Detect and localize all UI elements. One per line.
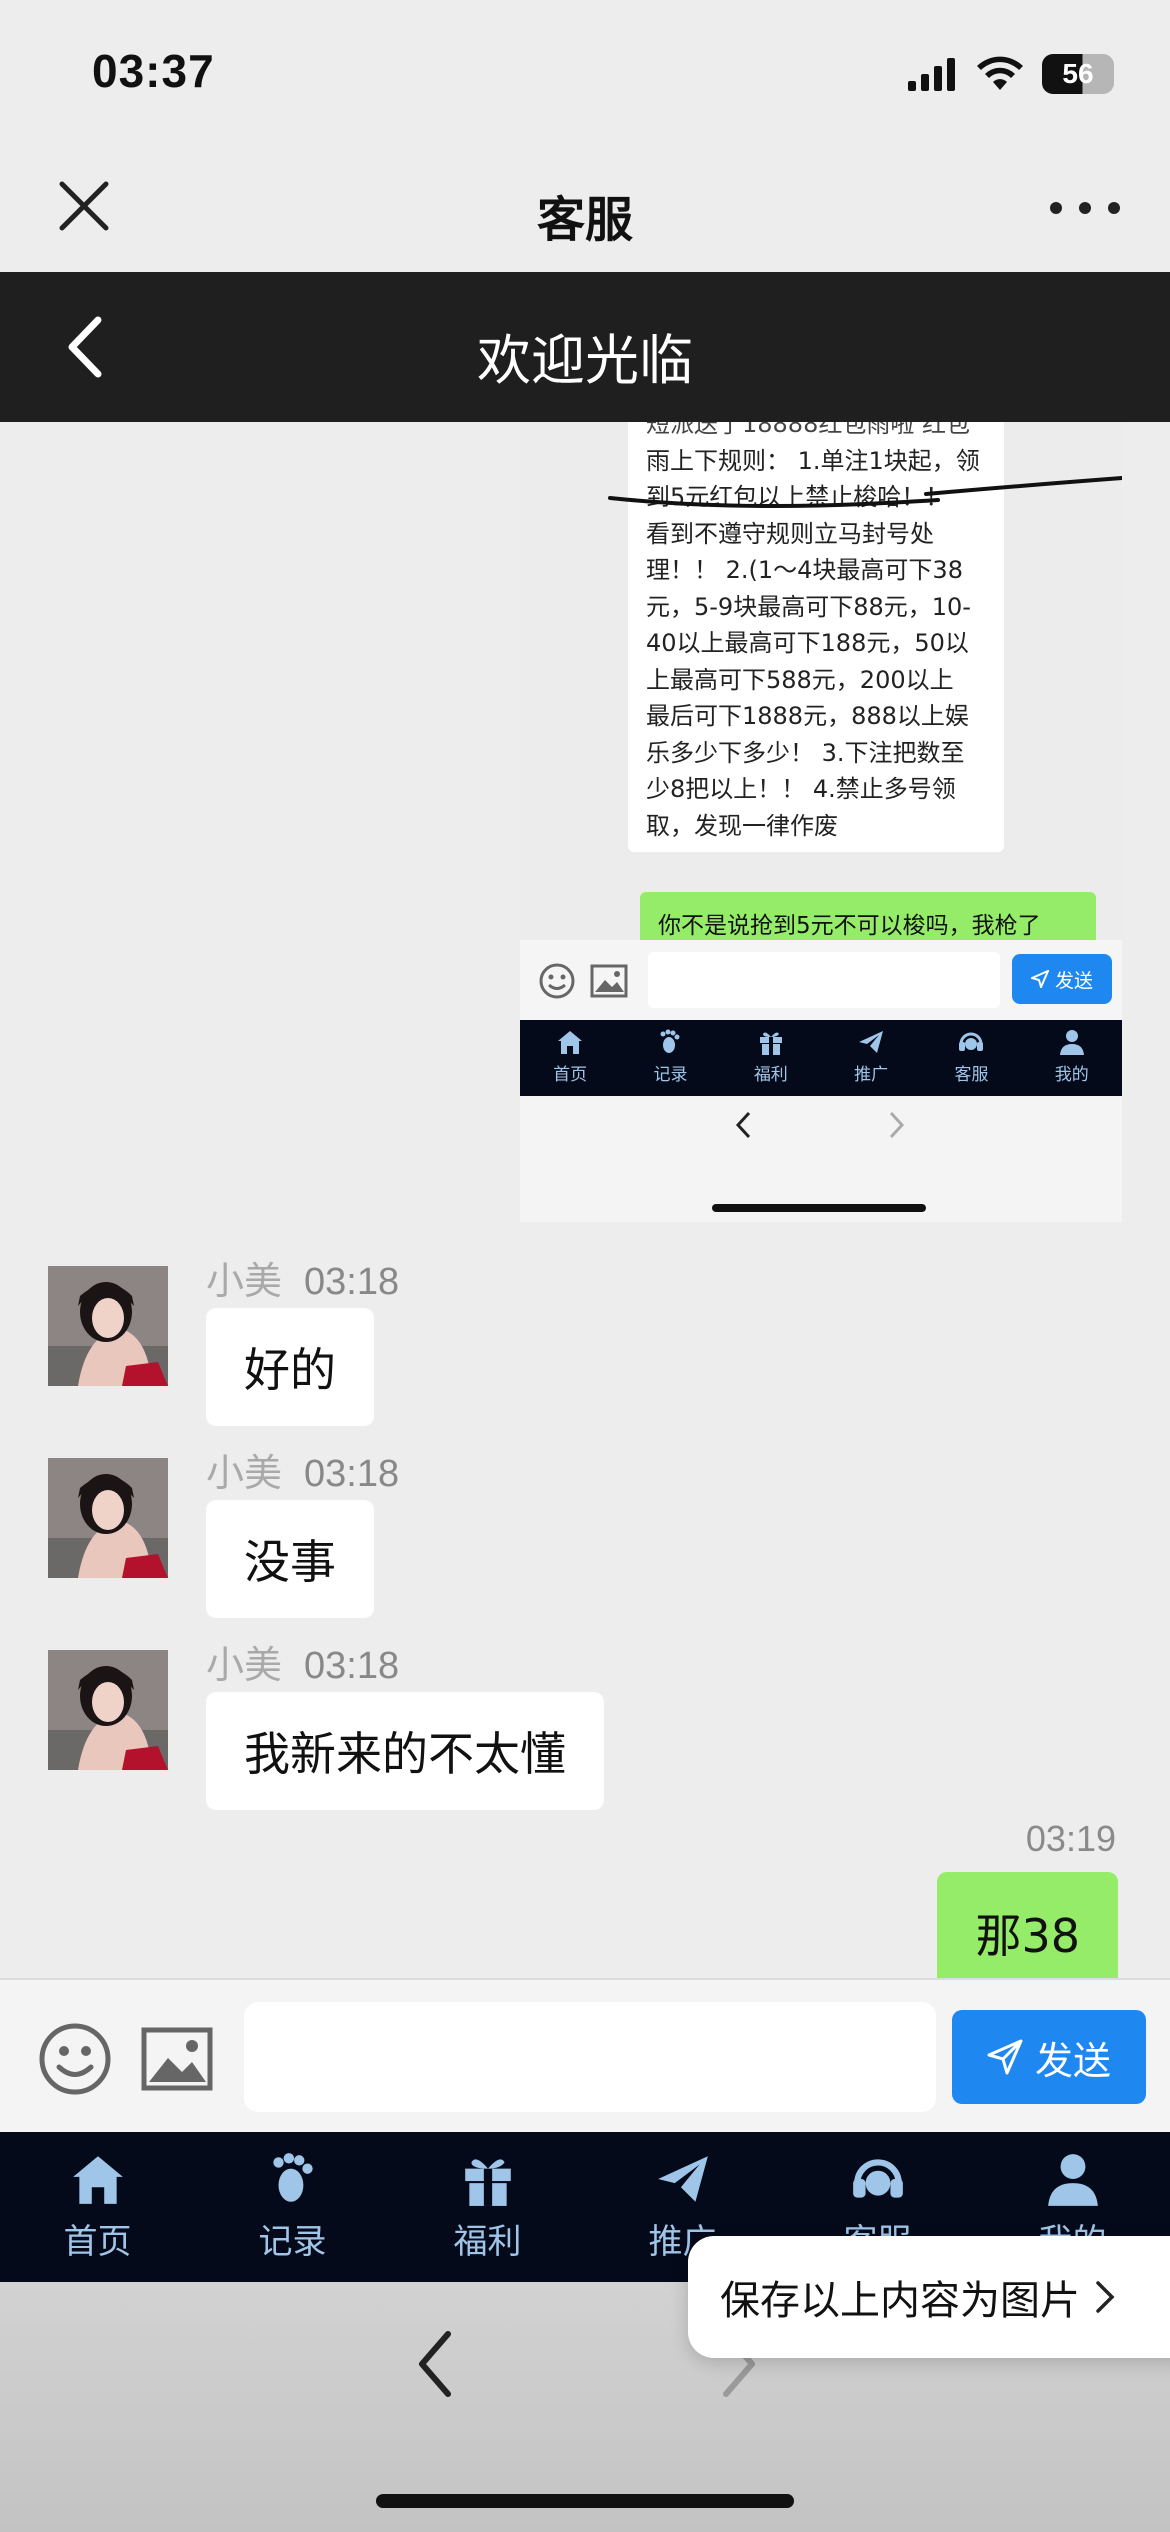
screenshot-tab-bar: 首页 记录 福利 推广 客服 我的 bbox=[520, 1020, 1122, 1096]
avatar-photo bbox=[48, 1458, 168, 1578]
tab-home[interactable]: 首页 bbox=[0, 2132, 195, 2282]
send-arrow-icon bbox=[987, 2039, 1023, 2075]
gift-icon bbox=[759, 1032, 782, 1055]
sender-name: 小美 bbox=[206, 1451, 283, 1495]
headset-icon bbox=[959, 1032, 984, 1051]
send-button[interactable]: 发送 bbox=[952, 2010, 1146, 2104]
screenshot-text-line: 上最高可下588元，200以上 bbox=[646, 665, 954, 694]
screenshot-text-line: 乐多少下多少！ 3.下注把数至 bbox=[646, 738, 965, 767]
tab-label: 记录 bbox=[258, 2222, 327, 2262]
screenshot-text-line: 取，发现一律作废 bbox=[646, 811, 838, 840]
forward-chevron-icon bbox=[889, 1111, 905, 1139]
tab-records[interactable]: 记录 bbox=[195, 2132, 390, 2282]
more-options-icon[interactable] bbox=[1050, 198, 1120, 218]
message-time: 03:18 bbox=[304, 1453, 400, 1495]
nav-bar: 客服 bbox=[0, 140, 1170, 272]
page-title: 欢迎光临 bbox=[477, 329, 693, 392]
send-arrow-icon bbox=[1030, 970, 1049, 988]
footprints-icon bbox=[272, 2153, 313, 2202]
battery-icon: 56 bbox=[1042, 54, 1114, 94]
screenshot-tab-label: 记录 bbox=[653, 1065, 688, 1085]
avatar[interactable] bbox=[48, 1650, 168, 1770]
screenshot-text-line: 看到不遵守规则立马封号处 bbox=[646, 519, 934, 548]
paper-plane-icon bbox=[657, 2156, 708, 2202]
save-as-image-label: 保存以上内容为图片 bbox=[720, 2278, 1080, 2324]
sender-name: 小美 bbox=[206, 1259, 283, 1303]
back-chevron-icon[interactable] bbox=[408, 2324, 462, 2404]
message-input[interactable] bbox=[244, 2002, 936, 2112]
cellular-signal-icon bbox=[908, 58, 955, 91]
screenshot-tab: 福利 bbox=[721, 1020, 821, 1096]
sender-line: 小美 03:18 bbox=[206, 1250, 399, 1305]
home-icon bbox=[558, 1031, 583, 1054]
tab-label: 福利 bbox=[453, 2222, 522, 2262]
avatar-photo bbox=[48, 1266, 168, 1386]
screenshot-send-button: 发送 bbox=[1012, 954, 1112, 1004]
image-icon[interactable] bbox=[140, 2026, 214, 2092]
screenshot-tab: 推广 bbox=[821, 1020, 921, 1096]
tab-label: 首页 bbox=[63, 2222, 132, 2262]
screenshot-text-line: 最后可下1888元，888以上娱 bbox=[646, 702, 969, 730]
emoji-icon[interactable] bbox=[38, 2022, 112, 2096]
status-bar: 03:37 56 bbox=[0, 0, 1170, 140]
footprints-icon bbox=[660, 1029, 680, 1053]
paper-plane-icon bbox=[859, 1031, 884, 1053]
home-icon bbox=[72, 2156, 123, 2204]
screenshot-tab-label: 推广 bbox=[854, 1065, 889, 1085]
save-as-image-button[interactable]: 保存以上内容为图片 bbox=[688, 2236, 1170, 2358]
shared-screenshot-image[interactable]: 短派送了18888红包雨啦 红包 雨上下规则： 1.单注1块起，领 到5元红包以… bbox=[520, 422, 1122, 1222]
home-indicator[interactable] bbox=[376, 2494, 794, 2508]
screenshot-tab-label: 首页 bbox=[553, 1065, 588, 1085]
tab-welfare[interactable]: 福利 bbox=[390, 2132, 585, 2282]
screenshot-input-bar: 发送 bbox=[520, 940, 1122, 1020]
sender-name: 小美 bbox=[206, 1643, 283, 1687]
screenshot-tab-label: 我的 bbox=[1054, 1065, 1089, 1085]
user-icon bbox=[1047, 2154, 1098, 2206]
screenshot-tab-label: 福利 bbox=[753, 1065, 788, 1085]
message-time: 03:18 bbox=[304, 1261, 400, 1303]
screenshot-text-line: 40以上最高可下188元，50以 bbox=[646, 629, 969, 657]
user-icon bbox=[1059, 1030, 1084, 1055]
image-icon bbox=[590, 964, 628, 998]
status-time: 03:37 bbox=[92, 45, 215, 97]
avatar[interactable] bbox=[48, 1266, 168, 1386]
screenshot-text-line: 元，5-9块最高可下88元，10- bbox=[646, 592, 971, 621]
chat-area[interactable]: 短派送了18888红包雨啦 红包 雨上下规则： 1.单注1块起，领 到5元红包以… bbox=[0, 422, 1170, 1978]
screenshot-text-line: 理！！ 2.(1～4块最高可下38 bbox=[646, 556, 963, 584]
message-bubble[interactable]: 我新来的不太懂 bbox=[206, 1692, 604, 1810]
status-icons: 56 bbox=[908, 50, 1114, 98]
screenshot-tab: 我的 bbox=[1022, 1020, 1122, 1096]
page-header: 欢迎光临 bbox=[0, 272, 1170, 422]
my-message-time: 03:19 bbox=[1025, 1818, 1116, 1859]
screenshot-tab-label: 客服 bbox=[954, 1065, 989, 1085]
emoji-icon bbox=[539, 963, 575, 999]
screenshot-browser-bar bbox=[520, 1096, 1122, 1222]
avatar-photo bbox=[48, 1650, 168, 1770]
screenshot-text-field bbox=[648, 952, 1000, 1008]
nav-title: 客服 bbox=[536, 192, 633, 248]
sender-line: 小美 03:18 bbox=[206, 1634, 399, 1689]
back-chevron-icon bbox=[735, 1111, 751, 1139]
message-bubble[interactable]: 好的 bbox=[206, 1308, 374, 1426]
screenshot-text-line: 短派送了18888红包雨啦 红包 bbox=[646, 422, 970, 438]
input-bar: 发送 bbox=[0, 1978, 1170, 2132]
message-time: 03:18 bbox=[304, 1645, 400, 1687]
screenshot-tab: 首页 bbox=[520, 1020, 620, 1096]
gift-icon bbox=[464, 2159, 511, 2206]
screenshot-text-line: 少8把以上！！ 4.禁止多号领 bbox=[646, 775, 956, 803]
handwritten-underline-mark bbox=[608, 476, 1122, 508]
chevron-right-icon bbox=[1096, 2281, 1115, 2313]
screenshot-send-label: 发送 bbox=[1054, 969, 1093, 992]
avatar[interactable] bbox=[48, 1458, 168, 1578]
screenshot-tab: 客服 bbox=[921, 1020, 1021, 1096]
screenshot-home-indicator bbox=[712, 1204, 926, 1212]
my-message-bubble[interactable]: 那38 bbox=[937, 1872, 1118, 1978]
screenshot-tab: 记录 bbox=[620, 1020, 720, 1096]
send-label: 发送 bbox=[1034, 2038, 1111, 2083]
headset-icon bbox=[852, 2159, 903, 2198]
wifi-icon bbox=[977, 56, 1023, 90]
message-bubble[interactable]: 没事 bbox=[206, 1500, 374, 1618]
sender-line: 小美 03:18 bbox=[206, 1442, 399, 1497]
